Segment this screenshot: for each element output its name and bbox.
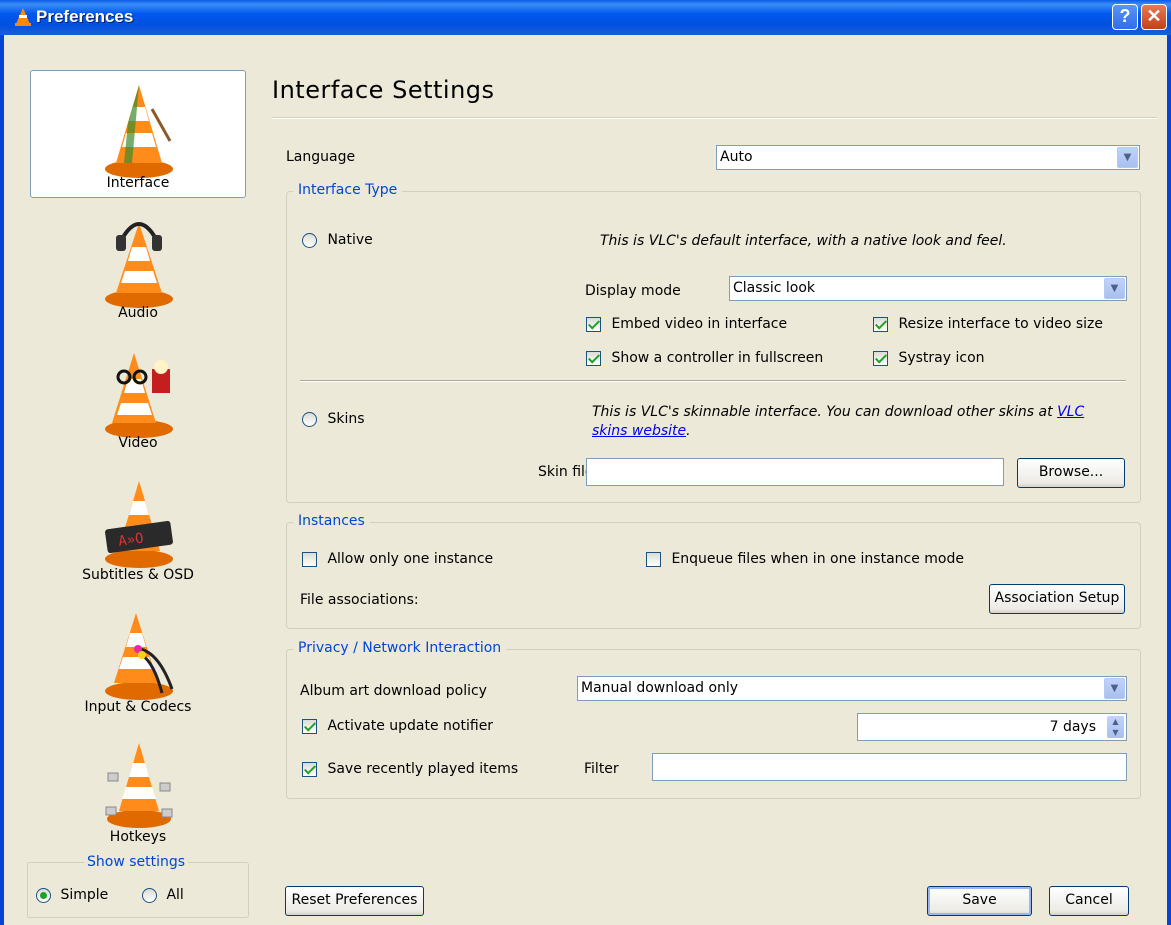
sidebar-item-interface[interactable]: Interface [30, 70, 246, 198]
preferences-window: Preferences ? ✕ Interface Audio Video A»… [0, 0, 1171, 925]
sidebar-item-label: Video [118, 435, 158, 451]
window-title: Preferences [36, 7, 134, 26]
input-cone-icon [105, 613, 174, 700]
sidebar-item-input-codecs[interactable]: Input & Codecs [30, 594, 246, 722]
hotkeys-cone-icon [105, 743, 173, 828]
one-instance-label: Allow only one instance [327, 551, 494, 567]
interface-cone-icon [105, 85, 173, 178]
sidebar-item-audio[interactable]: Audio [30, 200, 246, 328]
skins-description: This is VLC's skinnable interface. You c… [592, 403, 1102, 441]
recent-items-label: Save recently played items [327, 761, 519, 777]
simple-radio[interactable]: Simple [36, 887, 108, 903]
subtitles-cone-icon: A»O [105, 481, 173, 568]
simple-label: Simple [60, 887, 109, 903]
privacy-legend: Privacy / Network Interaction [293, 640, 507, 656]
all-radio[interactable]: All [142, 887, 184, 903]
native-label: Native [327, 232, 373, 248]
systray-checkbox[interactable]: Systray icon [873, 350, 985, 366]
sidebar-item-hotkeys[interactable]: Hotkeys [30, 724, 246, 852]
radio-indicator [302, 232, 317, 248]
title-bar[interactable]: Preferences ? ✕ [0, 0, 1171, 35]
interface-type-divider [300, 380, 1126, 382]
browse-button[interactable]: Browse... [1017, 458, 1125, 488]
file-associations-label: File associations: [300, 592, 419, 608]
window-border-right [1167, 35, 1171, 925]
embed-video-checkbox[interactable]: Embed video in interface [586, 316, 787, 332]
sidebar-item-label: Subtitles & OSD [82, 567, 194, 583]
checkbox-indicator [873, 316, 888, 332]
language-value: Auto [720, 149, 753, 165]
filter-label: Filter [584, 761, 619, 777]
vlc-cone-icon [15, 8, 31, 26]
language-select[interactable]: Auto ▼ [716, 145, 1140, 170]
native-radio[interactable]: Native [302, 232, 373, 248]
skins-description-text: This is VLC's skinnable interface. You c… [592, 404, 1058, 420]
native-description: This is VLC's default interface, with a … [600, 233, 1007, 249]
radio-indicator [142, 887, 157, 903]
checkbox-indicator [873, 350, 888, 366]
chevron-down-icon[interactable]: ▼ [1104, 678, 1125, 699]
association-setup-button[interactable]: Association Setup [989, 584, 1125, 614]
audio-cone-icon [105, 222, 173, 308]
radio-indicator [36, 887, 51, 903]
radio-indicator [302, 411, 317, 427]
chevron-down-icon[interactable]: ▼ [1117, 147, 1138, 168]
window-border-left [0, 35, 4, 925]
spin-arrows-icon[interactable]: ▲ ▼ [1107, 716, 1124, 738]
sidebar-item-label: Input & Codecs [84, 699, 192, 715]
help-icon[interactable]: ? [1112, 4, 1138, 30]
checkbox-indicator [302, 551, 317, 567]
display-mode-select[interactable]: Classic look ▼ [729, 276, 1127, 301]
checkbox-indicator [586, 316, 601, 332]
checkbox-indicator [302, 761, 317, 777]
skins-radio[interactable]: Skins [302, 411, 365, 427]
resize-interface-label: Resize interface to video size [898, 316, 1103, 332]
skins-label: Skins [327, 411, 365, 427]
enqueue-label: Enqueue files when in one instance mode [671, 551, 964, 567]
heading-divider [272, 117, 1157, 119]
filter-input[interactable] [652, 753, 1127, 781]
sidebar-item-label: Hotkeys [109, 829, 167, 845]
sidebar-item-label: Audio [118, 305, 158, 321]
recent-items-checkbox[interactable]: Save recently played items [302, 761, 518, 777]
sidebar-item-video[interactable]: Video [30, 330, 246, 458]
embed-video-label: Embed video in interface [611, 316, 788, 332]
show-settings-legend: Show settings [84, 854, 189, 870]
cancel-button[interactable]: Cancel [1049, 886, 1129, 916]
sidebar-item-subtitles[interactable]: A»O Subtitles & OSD [30, 462, 246, 590]
update-notifier-label: Activate update notifier [327, 718, 494, 734]
display-mode-label: Display mode [585, 283, 681, 299]
skin-file-input[interactable] [586, 458, 1004, 486]
sidebar-item-label: Interface [106, 175, 170, 191]
checkbox-indicator [646, 551, 661, 567]
one-instance-checkbox[interactable]: Allow only one instance [302, 551, 493, 567]
video-cone-icon [105, 353, 173, 438]
page-title: Interface Settings [272, 76, 495, 104]
checkbox-indicator [302, 718, 317, 734]
update-notifier-checkbox[interactable]: Activate update notifier [302, 718, 493, 734]
album-art-label: Album art download policy [300, 683, 487, 699]
album-art-value: Manual download only [581, 680, 739, 696]
show-controller-label: Show a controller in fullscreen [611, 350, 824, 366]
resize-interface-checkbox[interactable]: Resize interface to video size [873, 316, 1103, 332]
close-icon[interactable]: ✕ [1141, 4, 1167, 30]
save-button[interactable]: Save [927, 886, 1032, 916]
enqueue-checkbox[interactable]: Enqueue files when in one instance mode [646, 551, 964, 567]
instances-legend: Instances [293, 513, 370, 529]
display-mode-value: Classic look [733, 280, 815, 296]
skins-description-suffix: . [686, 423, 691, 439]
language-label: Language [286, 149, 356, 165]
update-interval-value: 7 days [1049, 719, 1096, 735]
checkbox-indicator [586, 350, 601, 366]
interface-type-legend: Interface Type [293, 182, 403, 198]
album-art-select[interactable]: Manual download only ▼ [577, 676, 1127, 701]
systray-label: Systray icon [898, 350, 985, 366]
chevron-down-icon[interactable]: ▼ [1104, 278, 1125, 299]
update-interval-spinbox[interactable]: 7 days ▲ ▼ [857, 713, 1127, 741]
show-controller-checkbox[interactable]: Show a controller in fullscreen [586, 350, 823, 366]
all-label: All [166, 887, 184, 903]
show-settings-group: Show settings Simple All [27, 854, 249, 918]
reset-preferences-button[interactable]: Reset Preferences [285, 886, 424, 916]
